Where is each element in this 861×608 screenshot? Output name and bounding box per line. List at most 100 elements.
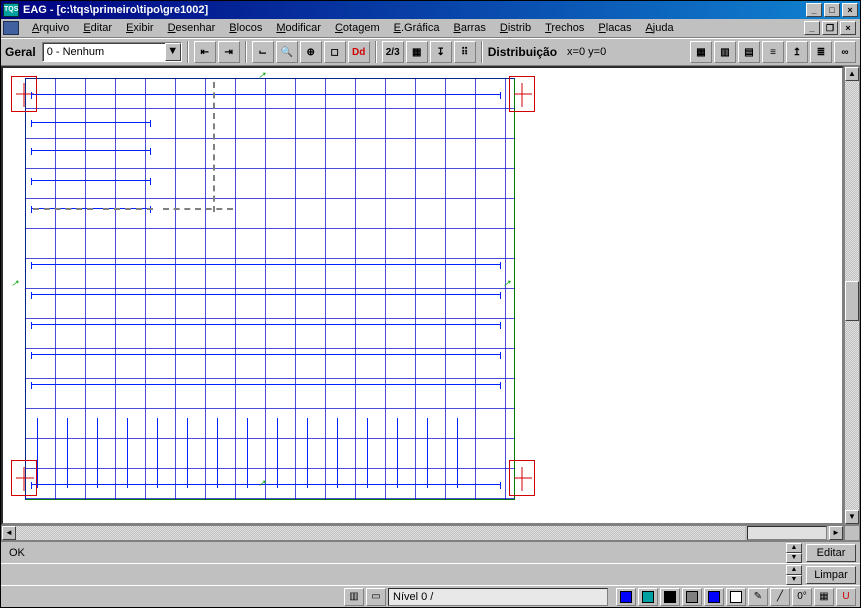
layer-combo[interactable]: 0 - Nenhum ▼ [42, 42, 182, 62]
aux-line [33, 208, 93, 210]
grid1-icon[interactable]: ▦ [690, 41, 712, 63]
scroll-up-icon[interactable]: ▲ [845, 67, 859, 81]
rebar-horizontal [31, 484, 501, 485]
status-bar-2: ▲ ▼ Limpar [1, 563, 860, 585]
scroll-down-icon[interactable]: ▼ [845, 510, 859, 524]
bars-left-icon[interactable]: ≡ [762, 41, 784, 63]
rebar-horizontal [31, 150, 151, 151]
menu-cotagem[interactable]: Cotagem [328, 20, 387, 36]
chevron-down-icon[interactable]: ▼ [165, 43, 181, 61]
menu-editar[interactable]: Editar [76, 20, 119, 36]
line-icon[interactable]: ╱ [770, 588, 790, 606]
limpar-spinner[interactable]: ▲ ▼ [786, 565, 802, 585]
menu-egrfica[interactable]: E.Gráfica [387, 20, 447, 36]
arrow-up-icon[interactable]: ↥ [786, 41, 808, 63]
work-area: ↗↗↗↗ ▲ ▼ ◄ ► [1, 66, 860, 541]
limpar-button[interactable]: Limpar [806, 566, 856, 584]
rebar-vertical [157, 418, 158, 488]
mdi-restore-button[interactable]: ❐ [822, 21, 838, 35]
rebar-vertical [187, 418, 188, 488]
magnet-icon[interactable]: U [836, 588, 856, 606]
menu-exibir[interactable]: Exibir [119, 20, 161, 36]
zoom-in-icon[interactable]: ⊕ [300, 41, 322, 63]
rebar-vertical [217, 418, 218, 488]
rebar-vertical [97, 418, 98, 488]
level-display[interactable]: Nível 0 / [388, 588, 608, 606]
title-bar: TQS EAG - [c:\tqs\primeiro\tipo\gre1002]… [1, 1, 860, 19]
angle-icon[interactable]: 0° [792, 588, 812, 606]
binoculars-icon[interactable]: 🔍 [276, 41, 298, 63]
menu-placas[interactable]: Placas [591, 20, 638, 36]
layer-combo-value: 0 - Nenhum [43, 46, 165, 58]
spin-down-icon[interactable]: ▼ [786, 553, 802, 563]
menu-modificar[interactable]: Modificar [269, 20, 328, 36]
pencil-icon[interactable]: ✎ [748, 588, 768, 606]
mdi-doc-icon[interactable] [3, 21, 19, 35]
snap-icon[interactable]: ▥ [344, 588, 364, 606]
maximize-button[interactable]: □ [824, 3, 840, 17]
close-button[interactable]: × [842, 3, 858, 17]
menu-distrib[interactable]: Distrib [493, 20, 538, 36]
drawing-canvas[interactable]: ↗↗↗↗ [1, 66, 844, 525]
editar-button[interactable]: Editar [806, 544, 856, 562]
color-swatch[interactable] [660, 588, 680, 606]
load-marker: ↗ [11, 278, 19, 289]
aux-line [103, 208, 153, 210]
menu-blocos[interactable]: Blocos [222, 20, 269, 36]
rebar-horizontal [31, 354, 501, 355]
chain-icon[interactable]: ∞ [834, 41, 856, 63]
toolbar-separator [481, 41, 483, 63]
status-bar: OK ▲ ▼ Editar [1, 541, 860, 563]
rebar-vertical [457, 418, 458, 488]
layout-icon[interactable]: ▤ [738, 41, 760, 63]
rebar-horizontal [31, 122, 151, 123]
mdi-minimize-button[interactable]: _ [804, 21, 820, 35]
spin-up-icon[interactable]: ▲ [786, 565, 802, 575]
color-swatch[interactable] [726, 588, 746, 606]
grid-icon[interactable]: ▦ [406, 41, 428, 63]
load-marker: ↗ [258, 70, 266, 81]
bottom-toolbar: ▥ ▭ Nível 0 / ✎ ╱ 0° ▦ U [1, 585, 860, 607]
horizontal-scrollbar[interactable]: ◄ ► [1, 525, 844, 541]
grid-snap-icon[interactable]: ▦ [814, 588, 834, 606]
zoom-box-icon[interactable]: ◻ [324, 41, 346, 63]
align-right-icon[interactable]: ⇥ [218, 41, 240, 63]
ruler-icon[interactable]: ⌙ [252, 41, 274, 63]
spin-down-icon[interactable]: ▼ [786, 575, 802, 585]
scroll-right-icon[interactable]: ► [829, 526, 843, 540]
menu-ajuda[interactable]: Ajuda [638, 20, 680, 36]
vertical-scrollbar[interactable]: ▲ ▼ [844, 66, 860, 525]
vscroll-thumb[interactable] [845, 281, 859, 321]
dots-grid-icon[interactable]: ⠿ [454, 41, 476, 63]
rebar-vertical [427, 418, 428, 488]
window-title: EAG - [c:\tqs\primeiro\tipo\gre1002] [23, 4, 806, 16]
slab-grid [25, 78, 515, 500]
align-left-icon[interactable]: ⇤ [194, 41, 216, 63]
coords-readout: x=0 y=0 [563, 46, 606, 58]
menu-trechos[interactable]: Trechos [538, 20, 591, 36]
editar-spinner[interactable]: ▲ ▼ [786, 543, 802, 563]
color-swatch[interactable] [682, 588, 702, 606]
aux-line [163, 208, 233, 210]
bars-right-icon[interactable]: ≣ [810, 41, 832, 63]
down-icon[interactable]: ↧ [430, 41, 452, 63]
menu-desenhar[interactable]: Desenhar [161, 20, 223, 36]
toolbar-separator [375, 41, 377, 63]
grid2-icon[interactable]: ▥ [714, 41, 736, 63]
menu-arquivo[interactable]: Arquivo [25, 20, 76, 36]
dd-icon[interactable]: Dd [348, 41, 370, 63]
color-swatch[interactable] [704, 588, 724, 606]
ortho-icon[interactable]: ▭ [366, 588, 386, 606]
menu-barras[interactable]: Barras [446, 20, 492, 36]
toolbar-separator [187, 41, 189, 63]
minimize-button[interactable]: _ [806, 3, 822, 17]
rebar-vertical [127, 418, 128, 488]
scroll-left-icon[interactable]: ◄ [2, 526, 16, 540]
mdi-close-button[interactable]: × [840, 21, 856, 35]
rebar-horizontal [31, 324, 501, 325]
load-marker: ↗ [503, 278, 511, 289]
color-swatch[interactable] [638, 588, 658, 606]
spin-up-icon[interactable]: ▲ [786, 543, 802, 553]
ratio-icon[interactable]: 2/3 [382, 41, 404, 63]
color-swatch[interactable] [616, 588, 636, 606]
